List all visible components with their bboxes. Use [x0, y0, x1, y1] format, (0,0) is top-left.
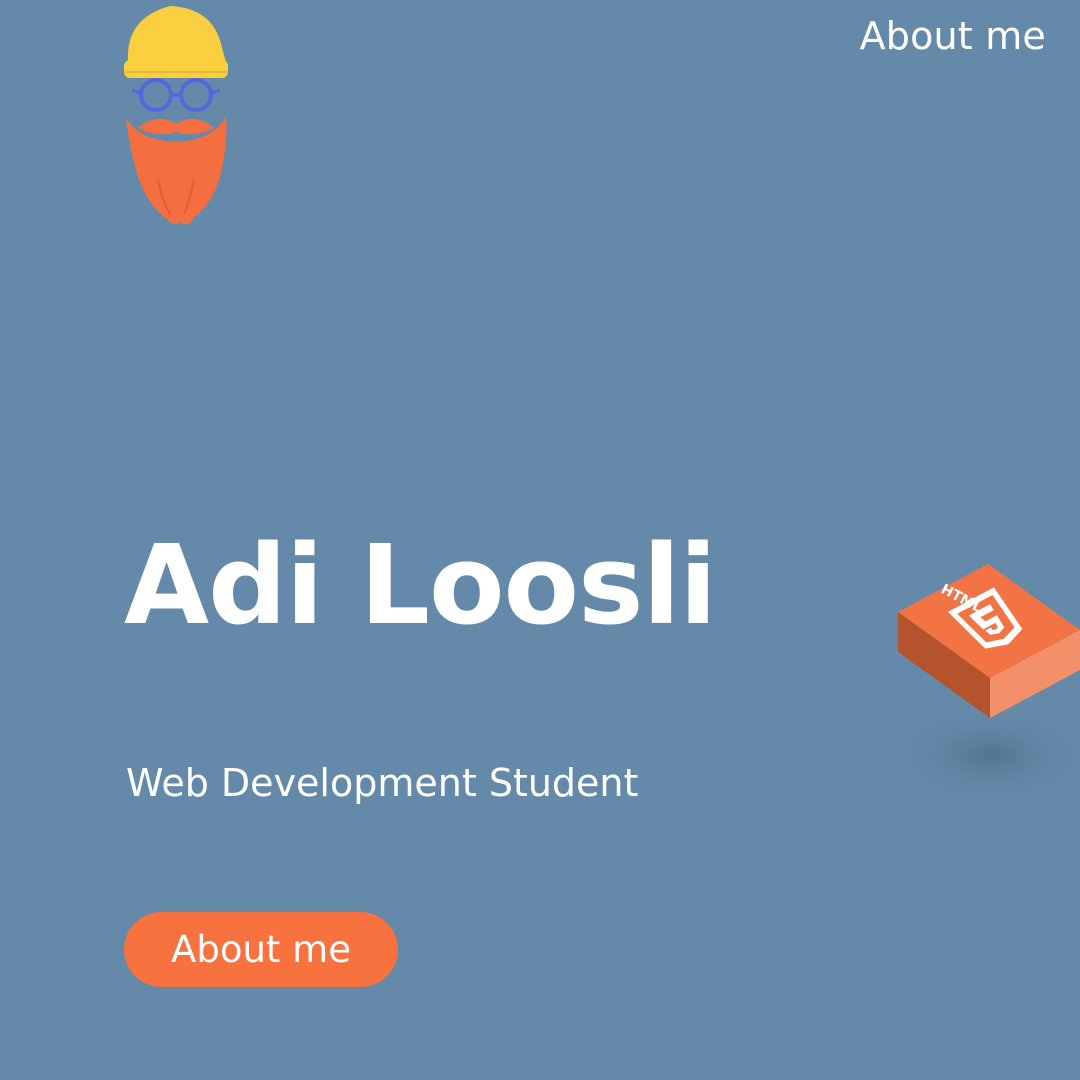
- nav-about-me-link[interactable]: About me: [860, 14, 1046, 58]
- about-me-button[interactable]: About me: [124, 912, 398, 987]
- bearded-avatar-logo-icon[interactable]: [118, 0, 238, 235]
- hero-subtitle: Web Development Student: [126, 761, 639, 805]
- hero-name-heading: Adi Loosli: [124, 521, 717, 649]
- html5-tile-icon: HTML: [890, 564, 1080, 805]
